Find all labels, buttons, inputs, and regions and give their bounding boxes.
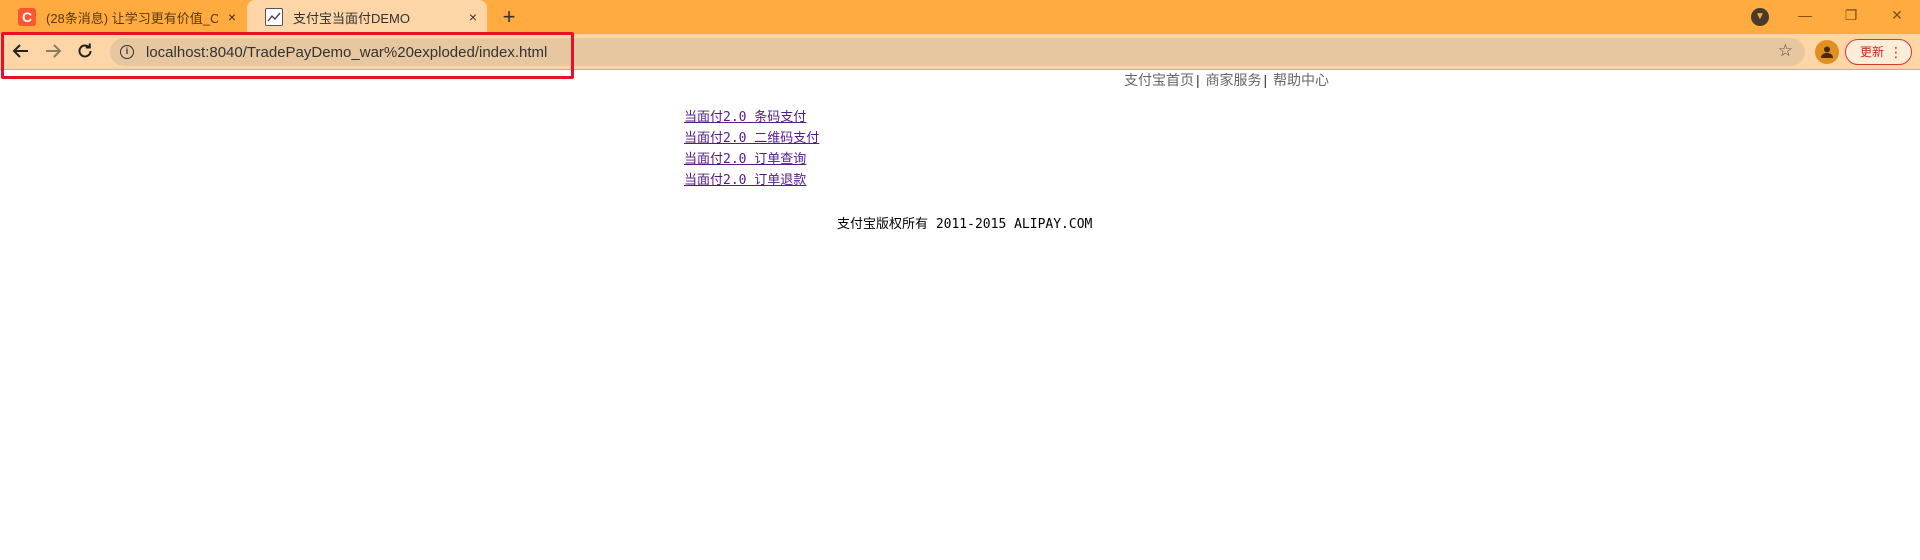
close-icon[interactable]: × xyxy=(218,9,246,25)
link-order-refund[interactable]: 当面付2.0 订单退款 xyxy=(684,170,819,191)
nav-link-alipay-home[interactable]: 支付宝首页 xyxy=(1124,72,1194,88)
tab-strip: C (28条消息) 让学习更有价值_CSDN × 支付宝当面付DEMO × + … xyxy=(0,0,1920,34)
restore-icon[interactable]: ❐ xyxy=(1828,0,1874,30)
csdn-favicon-icon: C xyxy=(18,8,36,26)
nav-link-merchant-services[interactable]: 商家服务 xyxy=(1206,72,1262,88)
demo-link-list: 当面付2.0 条码支付 当面付2.0 二维码支付 当面付2.0 订单查询 当面付… xyxy=(684,107,819,191)
tab-title: (28条消息) 让学习更有价值_CSDN xyxy=(46,10,218,26)
page-favicon-icon xyxy=(265,8,283,26)
update-button[interactable]: 更新 ⋮ xyxy=(1845,39,1912,65)
tab-csdn[interactable]: C (28条消息) 让学习更有价值_CSDN × xyxy=(0,0,246,34)
nav-separator: | xyxy=(1263,72,1268,88)
bookmark-star-icon[interactable]: ☆ xyxy=(1778,41,1793,61)
address-bar-highlight xyxy=(1,32,574,79)
tab-search-icon[interactable]: ▼ xyxy=(1751,8,1769,26)
link-order-query[interactable]: 当面付2.0 订单查询 xyxy=(684,149,819,170)
more-menu-icon[interactable]: ⋮ xyxy=(1889,40,1903,64)
minimize-icon[interactable]: — xyxy=(1782,0,1828,30)
tab-title: 支付宝当面付DEMO xyxy=(293,10,411,26)
new-tab-button[interactable]: + xyxy=(495,4,523,30)
copyright-footer: 支付宝版权所有 2011-2015 ALIPAY.COM xyxy=(837,217,1093,232)
link-qrcode-pay[interactable]: 当面付2.0 二维码支付 xyxy=(684,128,819,149)
tab-alipay-demo[interactable]: 支付宝当面付DEMO × xyxy=(247,0,487,34)
nav-separator: | xyxy=(1196,72,1200,88)
top-nav: 支付宝首页 | 商家服务 | 帮助中心 xyxy=(1124,70,1329,90)
close-icon[interactable]: × xyxy=(459,9,487,25)
profile-avatar-icon[interactable] xyxy=(1815,40,1839,64)
link-barcode-pay[interactable]: 当面付2.0 条码支付 xyxy=(684,107,819,128)
nav-link-help-center[interactable]: 帮助中心 xyxy=(1273,72,1329,88)
update-button-label: 更新 xyxy=(1860,45,1885,59)
window-close-icon[interactable]: ✕ xyxy=(1874,0,1920,30)
